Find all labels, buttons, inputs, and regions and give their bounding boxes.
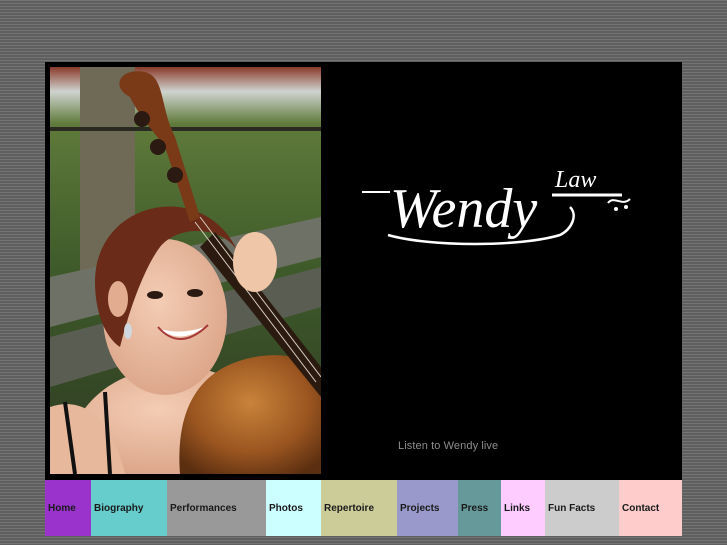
nav-fun-facts[interactable]: Fun Facts [545, 480, 619, 536]
nav-press[interactable]: Press [458, 480, 501, 536]
nav-contact-label: Contact [622, 502, 660, 514]
logo-last-name: Law [554, 167, 596, 193]
nav-performances-label: Performances [170, 502, 237, 514]
nav-links[interactable]: Links [501, 480, 545, 536]
nav-projects[interactable]: Projects [397, 480, 458, 536]
nav-biography-label: Biography [94, 502, 144, 514]
nav-projects-label: Projects [400, 502, 440, 514]
nav-biography[interactable]: Biography [91, 480, 167, 536]
nav-contact[interactable]: Contact [619, 480, 682, 536]
nav-photos[interactable]: Photos [266, 480, 321, 536]
main-navigation: Home Biography Performances Photos Reper… [45, 480, 682, 536]
wendy-law-logo: Wendy Law [360, 155, 640, 250]
nav-fun-facts-label: Fun Facts [548, 502, 596, 514]
nav-home-label: Home [48, 502, 76, 514]
nav-performances[interactable]: Performances [167, 480, 266, 536]
nav-photos-label: Photos [269, 502, 303, 514]
listen-live-link[interactable]: Listen to Wendy live [398, 440, 498, 452]
nav-repertoire-label: Repertoire [324, 502, 375, 514]
nav-repertoire[interactable]: Repertoire [321, 480, 397, 536]
nav-press-label: Press [461, 502, 489, 514]
nav-home[interactable]: Home [45, 480, 91, 536]
nav-links-label: Links [504, 502, 531, 514]
cellist-photo [50, 67, 321, 474]
logo-first-name: Wendy [390, 178, 537, 240]
